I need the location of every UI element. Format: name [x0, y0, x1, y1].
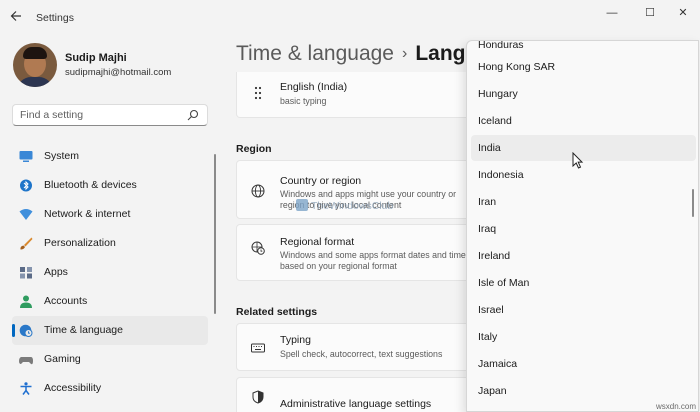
dropdown-option[interactable]: Jamaica: [471, 351, 696, 377]
watermark-logo-icon: [296, 199, 308, 211]
regional-format-description: Windows and some apps format dates and t…: [280, 250, 466, 271]
dropdown-option[interactable]: Hungary: [471, 81, 696, 107]
option-label: Israel: [478, 304, 504, 316]
option-label: Hong Kong SAR: [478, 61, 556, 73]
dropdown-option[interactable]: Hong Kong SAR: [471, 54, 696, 80]
option-label: Ireland: [478, 250, 511, 262]
breadcrumb-current: Lang: [415, 42, 466, 65]
shield-icon: [252, 390, 264, 404]
option-label: Iran: [478, 196, 497, 208]
typing-card[interactable]: Typing Spell check, autocorrect, text su…: [236, 323, 476, 371]
footer-watermark: wsxdn.com: [655, 402, 696, 411]
typing-description: Spell check, autocorrect, text suggestio…: [280, 349, 443, 359]
sidebar-item-system[interactable]: System: [12, 142, 208, 171]
accessibility-icon: [20, 382, 32, 395]
sidebar-item-label: Network & internet: [44, 208, 131, 220]
sidebar-item-label: Gaming: [44, 353, 81, 365]
option-label: Iceland: [478, 115, 512, 127]
brush-icon: [20, 237, 33, 250]
language-card[interactable]: English (India) basic typing: [236, 72, 476, 118]
regional-format-card[interactable]: Regional format Windows and some apps fo…: [236, 224, 476, 281]
breadcrumb-parent[interactable]: Time & language: [236, 42, 394, 65]
page-title: Time & language › Lang: [236, 42, 465, 66]
watermark-text: TheWindowsClub: [311, 200, 394, 212]
option-label: Jamaica: [478, 358, 518, 370]
apps-icon: [20, 267, 32, 279]
mouse-cursor-icon: [572, 152, 584, 169]
drag-handle-icon[interactable]: [251, 86, 265, 100]
option-label: Isle of Man: [478, 277, 530, 289]
dropdown-option[interactable]: Isle of Man: [471, 270, 696, 296]
option-label: Indonesia: [478, 169, 524, 181]
sidebar-item-label: Time & language: [44, 324, 123, 336]
search-box[interactable]: [12, 104, 208, 126]
regional-format-title: Regional format: [280, 236, 355, 248]
maximize-button[interactable]: ☐: [633, 4, 667, 22]
dropdown-option[interactable]: Iraq: [471, 216, 696, 242]
monitor-icon: [19, 151, 33, 162]
person-icon: [20, 295, 32, 308]
dropdown-option[interactable]: Iceland: [471, 108, 696, 134]
admin-language-card[interactable]: Administrative language settings: [236, 377, 476, 412]
sidebar-item-apps[interactable]: Apps: [12, 258, 208, 287]
sidebar-item-network[interactable]: Network & internet: [12, 200, 208, 229]
title-bar: Settings — ☐ ✕: [0, 0, 700, 30]
sidebar-item-accessibility[interactable]: Accessibility: [12, 374, 208, 403]
search-icon[interactable]: [187, 109, 199, 121]
sidebar-item-label: Accounts: [44, 295, 88, 307]
globe-clock-icon: [19, 324, 33, 337]
globe-icon: [251, 184, 265, 198]
dropdown-option[interactable]: Israel: [471, 297, 696, 323]
sidebar-item-personalization[interactable]: Personalization: [12, 229, 208, 258]
option-label: Honduras: [478, 40, 524, 51]
close-button[interactable]: ✕: [666, 4, 700, 22]
option-label: Iraq: [478, 223, 497, 235]
sidebar-item-label: Personalization: [44, 237, 116, 249]
option-label: Hungary: [478, 88, 518, 100]
keyboard-icon: [251, 343, 265, 353]
option-label: Italy: [478, 331, 498, 343]
dropdown-option[interactable]: Japan: [471, 378, 696, 404]
minimize-button[interactable]: —: [595, 4, 629, 22]
user-name: Sudip Majhi: [65, 52, 127, 64]
breadcrumb-separator: ›: [401, 45, 408, 62]
sidebar-item-label: Bluetooth & devices: [44, 179, 137, 191]
region-heading: Region: [236, 143, 272, 155]
sidebar-nav: System Bluetooth & devices Network & int…: [12, 142, 208, 403]
country-dropdown[interactable]: Honduras Hong Kong SAR Hungary Iceland I…: [466, 40, 699, 412]
sidebar-item-accounts[interactable]: Accounts: [12, 287, 208, 316]
app-title: Settings: [36, 12, 74, 24]
dropdown-option[interactable]: Iran: [471, 189, 696, 215]
option-label: India: [478, 142, 501, 154]
sidebar-item-bluetooth[interactable]: Bluetooth & devices: [12, 171, 208, 200]
user-email: sudipmajhi@hotmail.com: [65, 67, 172, 78]
language-features: basic typing: [280, 96, 327, 106]
avatar[interactable]: [13, 43, 57, 87]
globe-clock-icon: [251, 241, 265, 255]
sidebar-scrollbar[interactable]: [214, 154, 216, 314]
related-settings-heading: Related settings: [236, 306, 318, 318]
search-input[interactable]: [13, 105, 183, 125]
sidebar-item-label: System: [44, 150, 80, 162]
watermark: TheWindowsClub: [296, 199, 393, 212]
gamepad-icon: [19, 357, 33, 365]
back-arrow-icon: [10, 11, 21, 21]
sidebar-item-label: Accessibility: [44, 382, 102, 394]
dropdown-option[interactable]: Italy: [471, 324, 696, 350]
dropdown-scrollbar[interactable]: [692, 189, 694, 217]
typing-title: Typing: [280, 334, 311, 346]
sidebar-item-gaming[interactable]: Gaming: [12, 345, 208, 374]
admin-language-title: Administrative language settings: [280, 398, 432, 410]
back-button[interactable]: [8, 8, 24, 24]
sidebar-item-time-language[interactable]: Time & language: [12, 316, 208, 345]
dropdown-option[interactable]: Ireland: [471, 243, 696, 269]
wifi-icon: [19, 209, 33, 220]
country-region-title: Country or region: [280, 175, 362, 187]
language-name: English (India): [280, 81, 348, 93]
sidebar-item-label: Apps: [44, 266, 68, 278]
bluetooth-icon: [20, 179, 32, 192]
option-label: Japan: [478, 385, 507, 397]
